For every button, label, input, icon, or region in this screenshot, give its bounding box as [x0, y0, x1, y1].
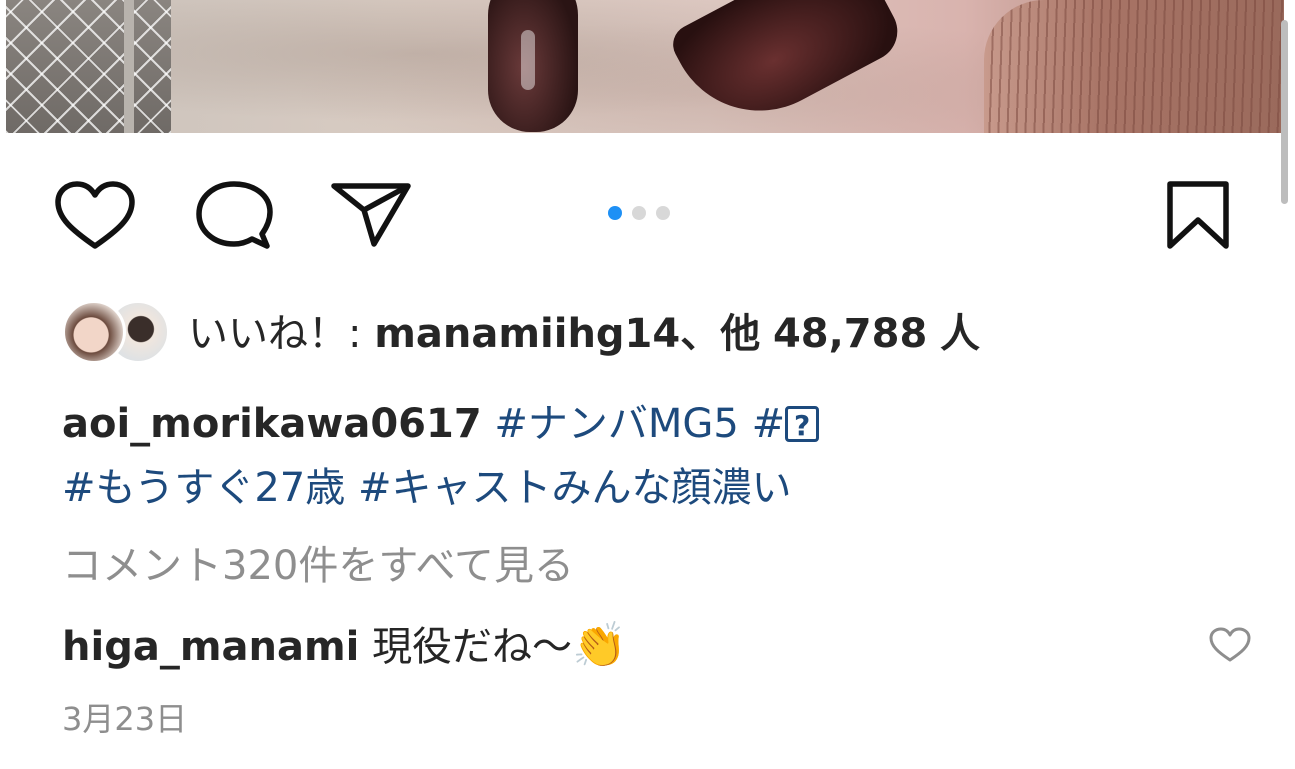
comment-username[interactable]: higa_manami — [62, 624, 359, 670]
instagram-post: いいね！: manamiihg14、他 48,788 人 aoi_morikaw… — [0, 0, 1295, 769]
photo-fence — [6, 0, 171, 133]
hashtag[interactable]: #キャストみんな顔濃い — [358, 465, 792, 511]
heart-icon[interactable] — [52, 180, 138, 252]
comment-heart-icon[interactable] — [1208, 626, 1252, 664]
likes-count[interactable]: 48,788 — [773, 311, 927, 357]
caption-username[interactable]: aoi_morikawa0617 — [62, 401, 482, 447]
photo-shoe-highlight — [521, 30, 535, 90]
missing-glyph-icon: ? — [785, 406, 820, 442]
post-date: 3月23日 — [62, 700, 188, 738]
photo-fence-post — [124, 0, 134, 133]
carousel-indicator — [608, 206, 670, 224]
comment-bubble-icon[interactable] — [194, 180, 274, 254]
photo-wall — [984, 0, 1284, 133]
likes-summary[interactable]: いいね！: manamiihg14、他 48,788 人 — [188, 308, 980, 360]
avatar[interactable] — [62, 300, 126, 364]
likes-mid: 、他 — [680, 311, 761, 357]
hashtag[interactable]: #ナンバMG5 — [494, 401, 738, 447]
hashtag[interactable]: #? — [752, 401, 820, 447]
carousel-dot-active — [608, 206, 622, 220]
comment-text: 現役だね〜 — [372, 624, 573, 670]
view-all-comments-link[interactable]: コメント320件をすべて見る — [62, 538, 574, 594]
scrollbar[interactable] — [1281, 20, 1288, 204]
bookmark-icon[interactable] — [1164, 180, 1232, 252]
likes-suffix: 人 — [940, 311, 981, 357]
carousel-dot — [656, 206, 670, 220]
post-photo[interactable] — [6, 0, 1284, 133]
comment-row: higa_manami 現役だね〜👏 — [62, 616, 627, 676]
liked-by-avatars[interactable] — [62, 300, 172, 366]
paper-plane-icon[interactable] — [330, 180, 412, 250]
carousel-dot — [632, 206, 646, 220]
post-caption: aoi_morikawa0617 #ナンバMG5 #? #もうすぐ27歳 #キャ… — [62, 392, 1222, 520]
hashtag-prefix: # — [751, 401, 786, 447]
liker-username[interactable]: manamiihg14 — [374, 311, 680, 357]
clapping-hands-icon: 👏 — [572, 620, 627, 671]
likes-prefix: いいね！: — [188, 311, 375, 357]
hashtag[interactable]: #もうすぐ27歳 — [62, 465, 345, 511]
